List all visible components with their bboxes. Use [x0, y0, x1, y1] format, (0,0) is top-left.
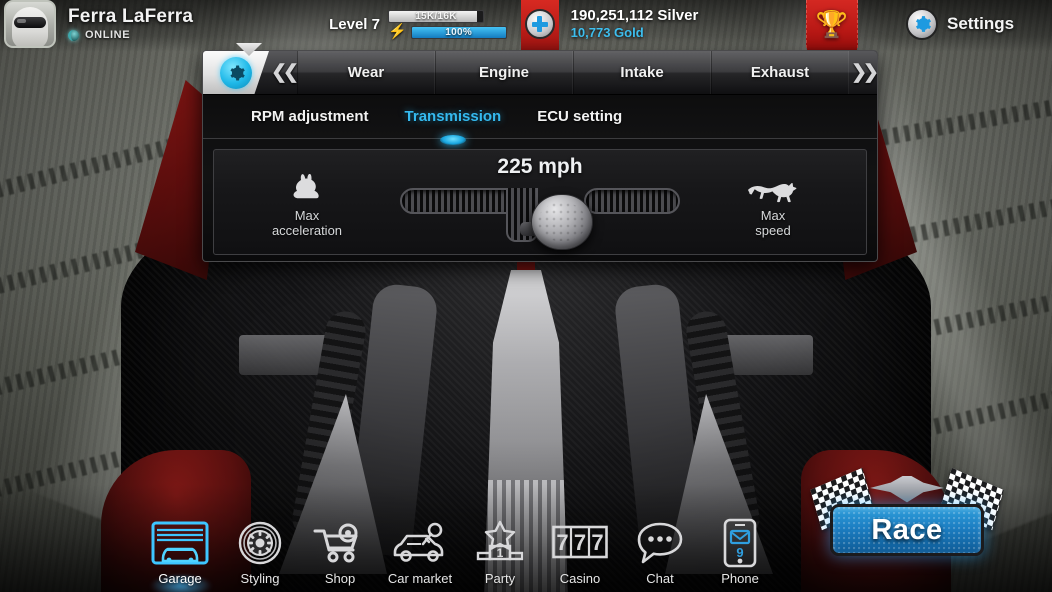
- subtab-ecu-setting[interactable]: ECU setting: [537, 108, 622, 125]
- bottom-nav-bar: Garage Styling Shop Car market 1 Party 7…: [140, 500, 780, 586]
- online-indicator-icon: [68, 29, 79, 41]
- tab-exhaust-label: Exhaust: [750, 64, 810, 81]
- nav-item-phone[interactable]: 9 Phone: [700, 518, 780, 586]
- progress-bars: 15K/16K ⚡ 100%: [387, 9, 507, 40]
- max-acceleration-side: Max acceleration: [252, 172, 362, 238]
- nav-label-party: Party: [484, 571, 516, 586]
- subtab-rpm-adjustment-label: RPM adjustment: [251, 108, 369, 125]
- chevron-double-left-icon[interactable]: ❮❮: [269, 51, 299, 94]
- transmission-slider-knob[interactable]: [531, 194, 594, 250]
- car-key-icon: [389, 518, 451, 568]
- subtab-transmission[interactable]: Transmission: [405, 108, 502, 125]
- max-acceleration-line2: acceleration: [271, 223, 343, 238]
- helmet-visor-icon: [14, 17, 46, 28]
- energy-bar: 100%: [410, 25, 507, 39]
- xp-bar-label: 15K/16K: [415, 10, 457, 22]
- nav-item-garage[interactable]: Garage: [140, 518, 220, 586]
- nav-label-casino: Casino: [559, 571, 601, 586]
- svg-text:7: 7: [574, 530, 586, 555]
- nav-label-phone: Phone: [721, 571, 759, 586]
- medkit-plus-icon: [524, 9, 555, 39]
- tab-intake-label: Intake: [620, 64, 664, 81]
- subtab-ecu-setting-label: ECU setting: [537, 108, 623, 125]
- nav-item-shop[interactable]: Shop: [300, 518, 380, 586]
- phone-message-badge: 9: [736, 545, 744, 560]
- svg-text:7: 7: [591, 530, 603, 555]
- tab-engine[interactable]: Engine: [435, 51, 573, 94]
- top-hud: Ferra LaFerra ONLINE Level 7 15K/16K ⚡ 1…: [0, 0, 1052, 50]
- phone-icon: 9: [723, 518, 757, 568]
- svg-text:7: 7: [556, 530, 568, 555]
- gold-amount: 10,773 Gold: [570, 25, 644, 40]
- nav-label-chat: Chat: [646, 571, 674, 586]
- race-button-label: Race: [871, 513, 943, 546]
- silver-amount: 190,251,112 Silver: [570, 7, 699, 24]
- subtab-rpm-adjustment[interactable]: RPM adjustment: [251, 108, 369, 125]
- online-status-label: ONLINE: [85, 29, 131, 41]
- tuning-panel: ❮❮ Wear Engine Intake Exhaust ❯❯ RPM adj…: [202, 50, 878, 262]
- max-acceleration-label: Max acceleration: [252, 208, 362, 238]
- tab-wear-label: Wear: [347, 64, 385, 81]
- category-tabs: Wear Engine Intake Exhaust: [297, 51, 849, 94]
- winged-emblem-icon: [870, 476, 944, 503]
- nav-item-chat[interactable]: Chat: [620, 518, 700, 586]
- tab-wear[interactable]: Wear: [297, 51, 435, 94]
- plus-glyph: [531, 16, 548, 32]
- speech-bubble-icon: [636, 518, 684, 568]
- race-button-group: Race: [810, 467, 1004, 570]
- energy-bar-row: ⚡ 100%: [387, 23, 507, 40]
- rabbit-icon: [252, 172, 362, 204]
- max-speed-side: Max speed: [718, 172, 828, 238]
- energy-bar-label: 100%: [445, 26, 473, 38]
- nav-label-styling: Styling: [240, 571, 280, 586]
- nav-item-casino[interactable]: 7 7 7 Casino: [540, 518, 620, 586]
- max-acceleration-line1: Max: [294, 208, 320, 223]
- garage-icon: [151, 518, 209, 568]
- tab-gear-button[interactable]: [203, 51, 269, 94]
- shopping-cart-icon: [313, 518, 367, 568]
- nav-label-car-market: Car market: [387, 571, 453, 586]
- chevron-double-right-icon[interactable]: ❯❯: [849, 51, 877, 94]
- nav-item-styling[interactable]: Styling: [220, 518, 300, 586]
- xp-bar-row: 15K/16K: [387, 9, 507, 23]
- currency-block: 190,251,112 Silver 10,773 Gold: [571, 7, 699, 41]
- nav-label-shop: Shop: [324, 571, 356, 586]
- player-info: Ferra LaFerra ONLINE: [68, 7, 193, 41]
- max-speed-label: Max speed: [718, 208, 828, 238]
- max-speed-line1: Max: [760, 208, 786, 223]
- tab-intake[interactable]: Intake: [573, 51, 711, 94]
- lightning-bolt-icon: ⚡: [387, 23, 407, 40]
- online-status: ONLINE: [68, 29, 193, 41]
- xp-bar: 15K/16K: [387, 9, 484, 23]
- sub-tab-bar: RPM adjustment Transmission ECU setting: [203, 95, 877, 139]
- tab-engine-label: Engine: [478, 64, 529, 81]
- slot-777-icon: 7 7 7: [552, 518, 608, 568]
- nav-label-garage: Garage: [158, 571, 202, 586]
- wheel-icon: [237, 518, 283, 568]
- medkit-button[interactable]: [520, 0, 559, 50]
- gear-icon: [220, 56, 252, 89]
- nav-item-car-market[interactable]: Car market: [380, 518, 460, 586]
- greyhound-icon: [718, 172, 828, 204]
- slider-track-right: [584, 188, 680, 214]
- subtab-transmission-label: Transmission: [404, 108, 502, 125]
- avatar[interactable]: [4, 0, 56, 48]
- svg-text:1: 1: [497, 546, 504, 560]
- nav-item-party[interactable]: 1 Party: [460, 518, 540, 586]
- level-block: Level 7 15K/16K ⚡ 100%: [329, 9, 507, 40]
- level-label: Level 7: [329, 15, 380, 33]
- max-speed-line2: speed: [755, 223, 791, 238]
- transmission-slider-area: 225 mph Max acceleration Max speed: [213, 149, 867, 255]
- tab-exhaust[interactable]: Exhaust: [711, 51, 849, 94]
- transmission-slider-track[interactable]: [400, 188, 680, 250]
- race-button[interactable]: Race: [830, 504, 984, 556]
- podium-icon: 1: [476, 518, 524, 568]
- category-tab-bar: ❮❮ Wear Engine Intake Exhaust ❯❯: [203, 51, 877, 95]
- player-name: Ferra LaFerra: [68, 6, 194, 27]
